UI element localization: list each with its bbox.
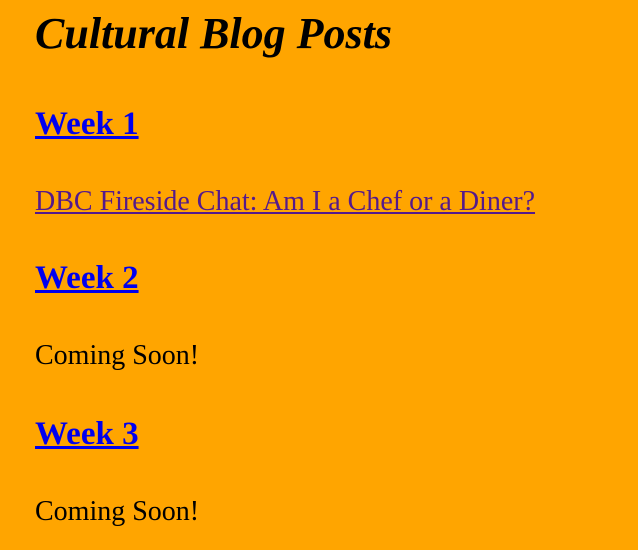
week-2-status: Coming Soon! [35, 340, 200, 371]
week-1-post: DBC Fireside Chat: Am I a Chef or a Dine… [35, 185, 535, 219]
week-2-heading: Week 2 [35, 258, 139, 298]
week-2-link[interactable]: Week 2 [35, 260, 139, 296]
week-1-heading: Week 1 [35, 104, 139, 144]
fireside-chat-post-link[interactable]: DBC Fireside Chat: Am I a Chef or a Dine… [35, 186, 535, 217]
week-3-status: Coming Soon! [35, 496, 200, 527]
week-3-link[interactable]: Week 3 [35, 416, 139, 452]
page-title: Cultural Blog Posts [35, 9, 393, 58]
week-1-link[interactable]: Week 1 [35, 106, 139, 142]
week-3-heading: Week 3 [35, 414, 139, 454]
